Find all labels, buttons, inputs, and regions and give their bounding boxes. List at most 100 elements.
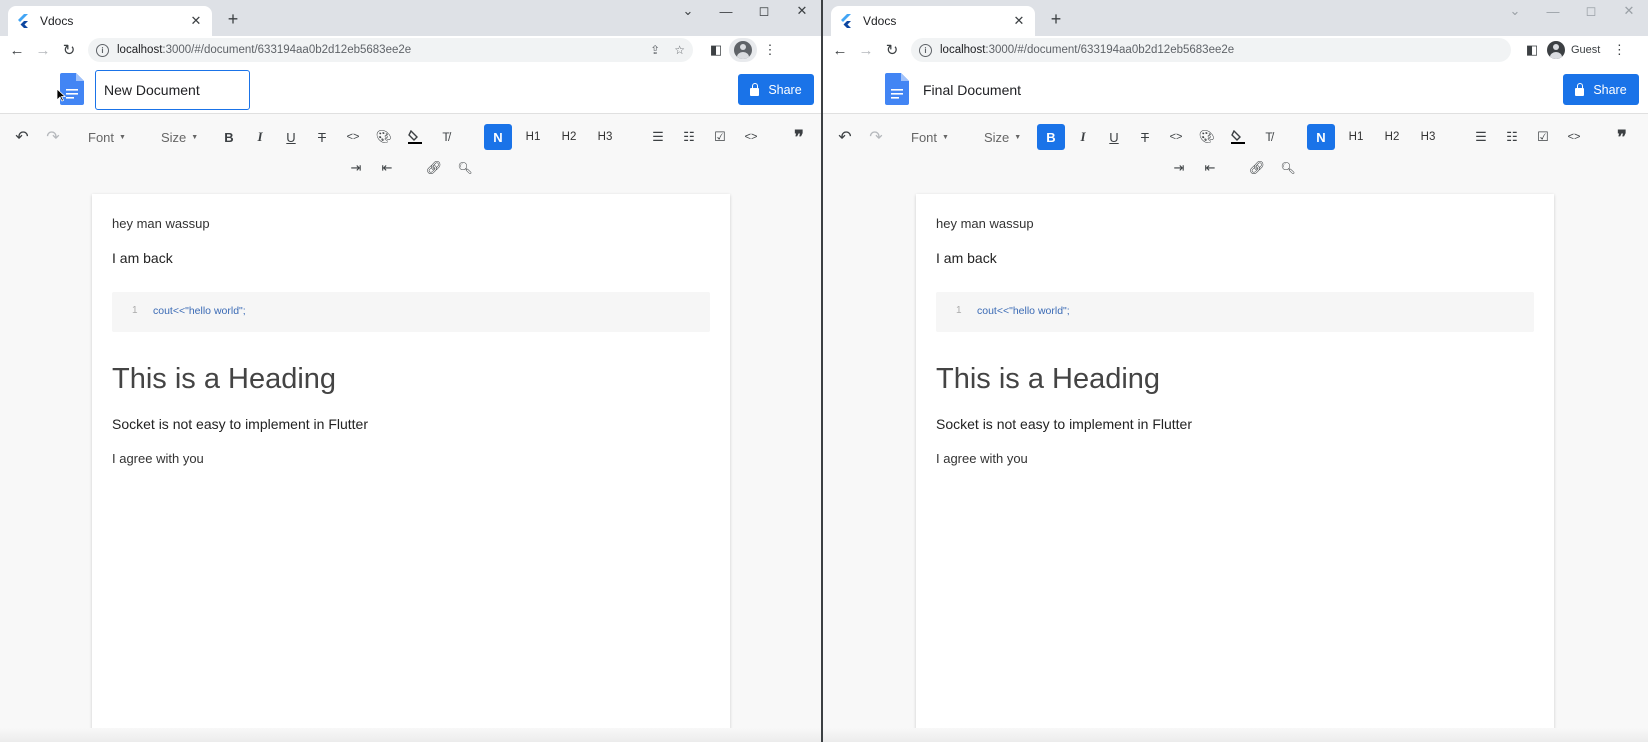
editor-toolbar-row-1: ↶ ↷ Font ▼ Size ▼ B I U T <> 🎨︎ T̸ N H1 H2… (823, 122, 1648, 152)
code-block-icon[interactable]: <> (738, 124, 764, 150)
inline-code-icon[interactable]: <> (1163, 124, 1189, 150)
profile-button[interactable] (729, 38, 757, 62)
share-button[interactable]: Share (738, 74, 814, 105)
guest-avatar-icon (1547, 41, 1565, 59)
heading-3-button[interactable]: H3 (1414, 124, 1442, 150)
link-icon[interactable]: 🔗︎ (421, 155, 447, 181)
underline-icon[interactable]: U (278, 124, 304, 150)
search-icon[interactable]: 🔍︎ (1275, 155, 1301, 181)
clear-format-icon[interactable]: T̸ (1256, 124, 1282, 150)
new-tab-icon[interactable]: + (1045, 8, 1067, 30)
site-info-icon[interactable]: i (96, 43, 109, 57)
bullet-list-icon[interactable]: ☷ (676, 124, 702, 150)
document-title-input[interactable]: New Document (95, 70, 250, 110)
editor-toolbar-row-2: ⇥ ⇤ 🔗︎ 🔍︎ (823, 153, 1648, 183)
forward-icon[interactable]: → (853, 42, 879, 59)
size-dropdown-label: Size (161, 129, 187, 145)
reload-icon[interactable]: ↻ (879, 41, 905, 59)
heading-2-button[interactable]: H2 (1378, 124, 1406, 150)
close-tab-icon[interactable]: ✕ (188, 13, 204, 29)
heading-2-button[interactable]: H2 (555, 124, 583, 150)
fill-color-icon[interactable] (1225, 124, 1251, 150)
tab-search-icon[interactable]: ⌄ (669, 0, 707, 22)
bold-icon[interactable]: B (216, 124, 242, 150)
indent-icon[interactable]: ⇥ (343, 155, 369, 181)
search-icon[interactable]: 🔍︎ (452, 155, 478, 181)
document-page[interactable]: hey man wassup I am back 1 cout<<"hello … (916, 194, 1554, 742)
quote-icon[interactable]: ❞ (786, 124, 812, 150)
tab-search-icon[interactable]: ⌄ (1496, 0, 1534, 22)
reload-icon[interactable]: ↻ (56, 41, 82, 59)
document-title-input[interactable]: Final Document (915, 70, 1021, 110)
address-bar[interactable]: i localhost:3000/#/document/633194aa0b2d… (911, 38, 1511, 62)
code-block-icon[interactable]: <> (1561, 124, 1587, 150)
undo-icon[interactable]: ↶ (832, 124, 858, 150)
maximize-icon[interactable]: ◻ (745, 0, 783, 22)
italic-icon[interactable]: I (1070, 124, 1096, 150)
code-line-number: 1 (956, 305, 962, 316)
link-icon[interactable]: 🔗︎ (1244, 155, 1270, 181)
browser-tab[interactable]: Vdocs ✕ (8, 6, 212, 36)
fill-color-icon[interactable] (402, 124, 428, 150)
share-page-icon[interactable]: ⇪ (650, 43, 660, 57)
document-page[interactable]: hey man wassup I am back 1 cout<<"hello … (92, 194, 730, 742)
bookmark-star-icon[interactable]: ☆ (674, 43, 685, 57)
size-dropdown[interactable]: Size ▼ (984, 124, 1021, 150)
new-tab-icon[interactable]: + (222, 8, 244, 30)
heading-1-button[interactable]: H1 (519, 124, 547, 150)
clear-format-icon[interactable]: T̸ (433, 124, 459, 150)
heading-3-button[interactable]: H3 (591, 124, 619, 150)
normal-text-button[interactable]: N (484, 124, 512, 150)
close-tab-icon[interactable]: ✕ (1011, 13, 1027, 29)
redo-icon[interactable]: ↷ (40, 124, 66, 150)
strikethrough-icon[interactable]: T (309, 124, 335, 150)
font-dropdown[interactable]: Font ▼ (88, 124, 126, 150)
bullet-list-icon[interactable]: ☷ (1499, 124, 1525, 150)
guest-profile-button[interactable]: Guest (1545, 39, 1607, 61)
address-bar[interactable]: i localhost:3000/#/document/633194aa0b2d… (88, 38, 693, 62)
doc-paragraph: hey man wassup (936, 216, 1034, 231)
heading-1-button[interactable]: H1 (1342, 124, 1370, 150)
share-button[interactable]: Share (1563, 74, 1639, 105)
indent-icon[interactable]: ⇥ (1166, 155, 1192, 181)
close-window-icon[interactable]: ✕ (783, 0, 821, 22)
font-dropdown[interactable]: Font ▼ (911, 124, 949, 150)
share-label: Share (1593, 82, 1627, 97)
back-icon[interactable]: ← (4, 42, 30, 59)
browser-window-right: Vdocs ✕ + ⌄ — ◻ ✕ ← → ↻ i localhost:3000… (823, 0, 1648, 742)
share-label: Share (768, 82, 802, 97)
outdent-icon[interactable]: ⇤ (1197, 155, 1223, 181)
outdent-icon[interactable]: ⇤ (374, 155, 400, 181)
back-icon[interactable]: ← (827, 42, 853, 59)
ordered-list-icon[interactable]: ☰ (1468, 124, 1494, 150)
browser-menu-icon[interactable]: ⋮ (1606, 42, 1632, 58)
caret-down-icon: ▼ (942, 133, 949, 141)
checkbox-icon[interactable]: ☑ (707, 124, 733, 150)
close-window-icon[interactable]: ✕ (1610, 0, 1648, 22)
site-info-icon[interactable]: i (919, 43, 932, 57)
redo-icon[interactable]: ↷ (863, 124, 889, 150)
inline-code-icon[interactable]: <> (340, 124, 366, 150)
underline-icon[interactable]: U (1101, 124, 1127, 150)
palette-icon[interactable]: 🎨︎ (1194, 124, 1220, 150)
italic-icon[interactable]: I (247, 124, 273, 150)
undo-icon[interactable]: ↶ (9, 124, 35, 150)
browser-tab[interactable]: Vdocs ✕ (831, 6, 1035, 36)
strikethrough-icon[interactable]: T (1132, 124, 1158, 150)
browser-menu-icon[interactable]: ⋮ (757, 42, 783, 58)
checkbox-icon[interactable]: ☑ (1530, 124, 1556, 150)
doc-paragraph: I agree with you (112, 451, 204, 466)
maximize-icon[interactable]: ◻ (1572, 0, 1610, 22)
minimize-icon[interactable]: — (707, 0, 745, 22)
quote-icon[interactable]: ❞ (1609, 124, 1635, 150)
forward-icon[interactable]: → (30, 42, 56, 59)
side-panel-icon[interactable]: ◧ (1519, 42, 1545, 58)
size-dropdown[interactable]: Size ▼ (161, 124, 198, 150)
guest-label: Guest (1571, 44, 1601, 56)
palette-icon[interactable]: 🎨︎ (371, 124, 397, 150)
ordered-list-icon[interactable]: ☰ (645, 124, 671, 150)
side-panel-icon[interactable]: ◧ (703, 42, 729, 58)
normal-text-button[interactable]: N (1307, 124, 1335, 150)
bold-icon[interactable]: B (1037, 124, 1065, 150)
minimize-icon[interactable]: — (1534, 0, 1572, 22)
